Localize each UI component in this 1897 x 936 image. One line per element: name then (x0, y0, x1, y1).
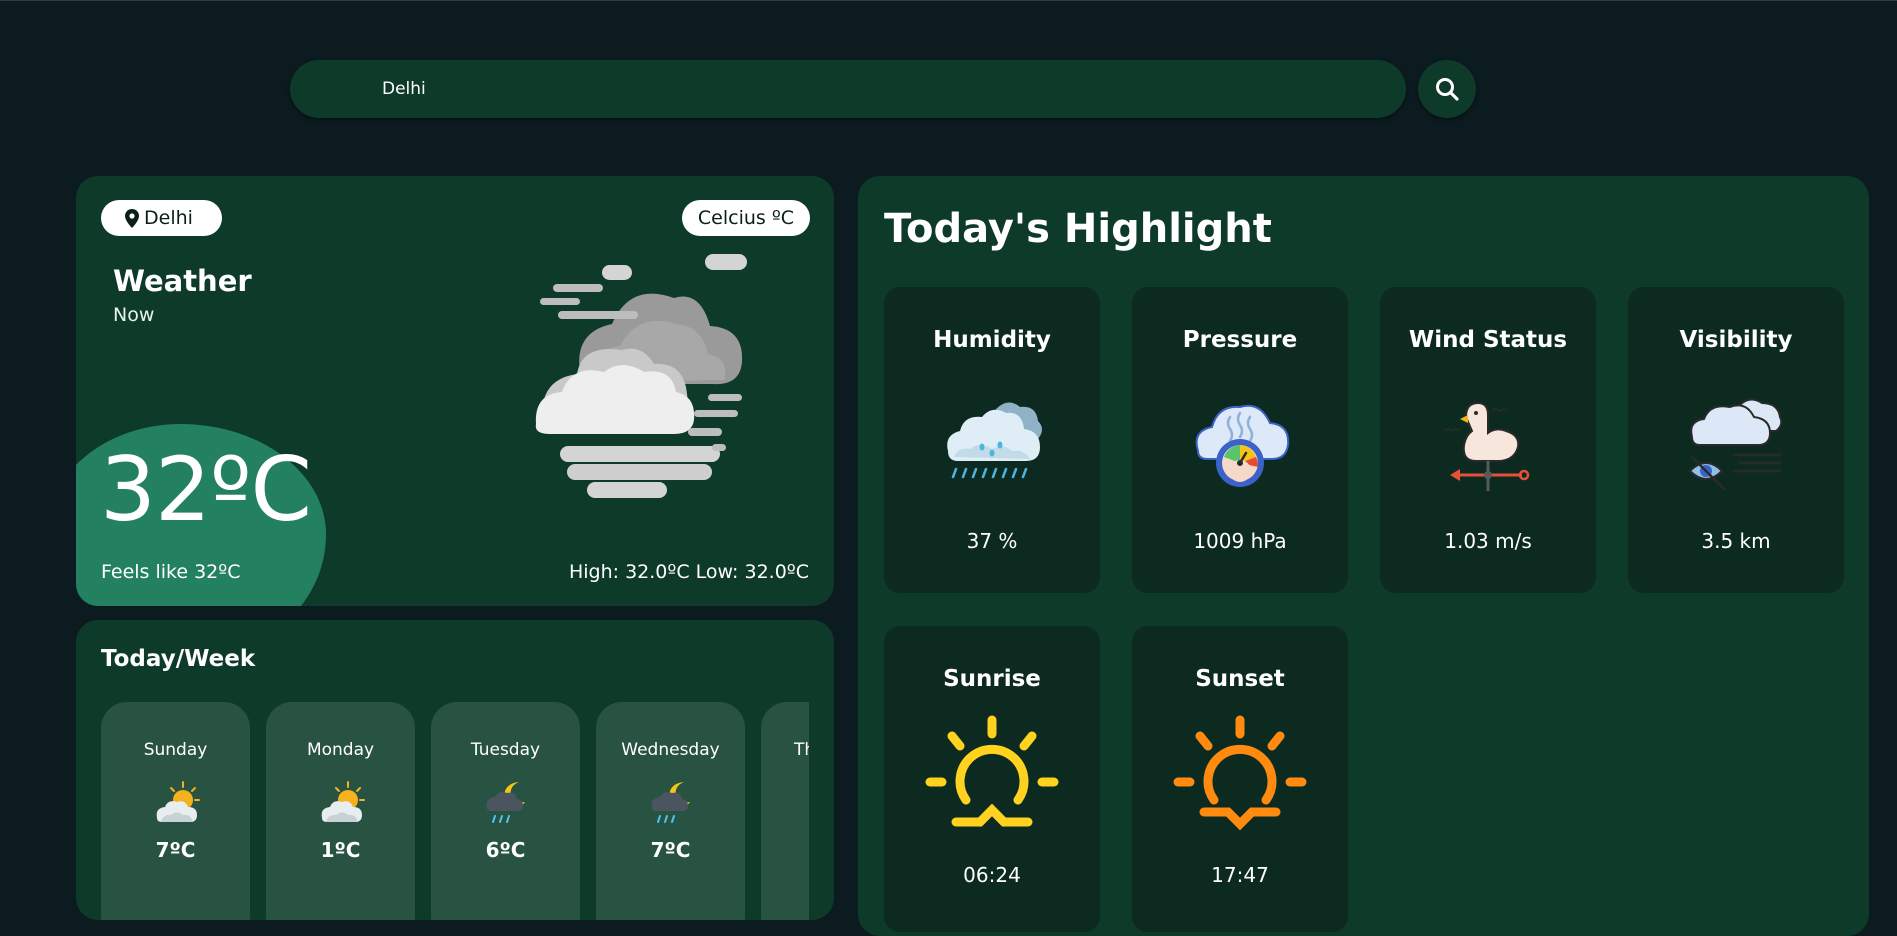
sunset-value: 17:47 (1211, 863, 1269, 887)
sunrise-label: Sunrise (943, 666, 1041, 692)
day-temperature: 7ºC (650, 838, 691, 862)
partly-sunny-icon (321, 781, 365, 822)
humidity-label: Humidity (933, 327, 1051, 353)
feels-like-text: Feels like 32ºC (101, 561, 241, 583)
rain-cloud-icon (947, 402, 1042, 479)
search-input[interactable] (382, 60, 1362, 118)
sunset-icon (1173, 715, 1307, 831)
wind-value: 1.03 m/s (1444, 529, 1532, 553)
current-weather-card: Delhi Celcius ºC Weather Now 32ºC Feels … (76, 176, 834, 606)
week-forecast-card: Today/Week Sunday 7ºC Monday 1ºC Tuesday… (76, 620, 834, 920)
day-name: Sunday (143, 740, 208, 760)
sunset-label: Sunset (1195, 666, 1285, 692)
visibility-tile: Visibility 3.5 km (1628, 287, 1844, 593)
weather-vane-icon (1443, 401, 1530, 491)
wind-label: Wind Status (1408, 327, 1568, 353)
location-name: Delhi (144, 207, 193, 229)
day-name: Monday (306, 740, 375, 760)
pressure-label: Pressure (1182, 327, 1298, 353)
weather-title: Weather (113, 264, 252, 298)
window-top-border (0, 0, 1897, 1)
humidity-tile: Humidity 37 % (884, 287, 1100, 593)
day-name: Tuesday (470, 740, 541, 760)
day-card[interactable]: Sunday 7ºC (101, 702, 250, 920)
day-name: Wednesday (621, 740, 720, 760)
night-rain-icon (486, 782, 525, 823)
sunrise-value: 06:24 (963, 863, 1021, 887)
sunrise-tile: Sunrise 06:24 (884, 626, 1100, 932)
pressure-tile: Pressure 1009 hPa (1132, 287, 1348, 593)
night-rain-icon (651, 782, 690, 823)
visibility-label: Visibility (1679, 327, 1793, 353)
wind-tile: Wind Status 1.03 m/s (1380, 287, 1596, 593)
sunset-tile: Sunset 17:47 (1132, 626, 1348, 932)
unit-toggle[interactable]: Celcius ºC (682, 200, 810, 236)
visibility-value: 3.5 km (1701, 529, 1771, 553)
highlights-card: Today's Highlight Humidity 37 % Pressure (858, 176, 1869, 936)
location-pin-icon (125, 208, 139, 228)
day-temperature: 7ºC (155, 838, 196, 862)
current-temperature: 32ºC (100, 438, 312, 541)
highlights-title: Today's Highlight (884, 206, 1272, 252)
day-card[interactable]: Tuesday 6ºC (431, 702, 580, 920)
day-card[interactable]: Th (761, 702, 809, 920)
search-button[interactable] (1418, 60, 1476, 118)
search-bar[interactable] (290, 60, 1406, 118)
week-forecast-list[interactable]: Sunday 7ºC Monday 1ºC Tuesday 6ºC Wednes… (101, 702, 809, 920)
search-icon (1436, 78, 1459, 101)
weather-subtitle: Now (113, 304, 155, 326)
humidity-value: 37 % (966, 529, 1018, 553)
location-badge: Delhi (101, 200, 222, 236)
day-name: Th (794, 740, 809, 760)
pressure-value: 1009 hPa (1193, 529, 1287, 553)
day-card[interactable]: Monday 1ºC (266, 702, 415, 920)
high-low-text: High: 32.0ºC Low: 32.0ºC (568, 561, 809, 583)
week-forecast-title: Today/Week (101, 646, 256, 672)
pressure-gauge-icon (1195, 404, 1290, 487)
partly-sunny-icon (156, 781, 200, 822)
haze-cloud-icon (535, 254, 747, 498)
visibility-cloud-icon (1688, 398, 1783, 491)
sunrise-icon (925, 715, 1059, 827)
day-temperature: 1ºC (320, 838, 361, 862)
day-temperature: 6ºC (485, 838, 526, 862)
day-card[interactable]: Wednesday 7ºC (596, 702, 745, 920)
